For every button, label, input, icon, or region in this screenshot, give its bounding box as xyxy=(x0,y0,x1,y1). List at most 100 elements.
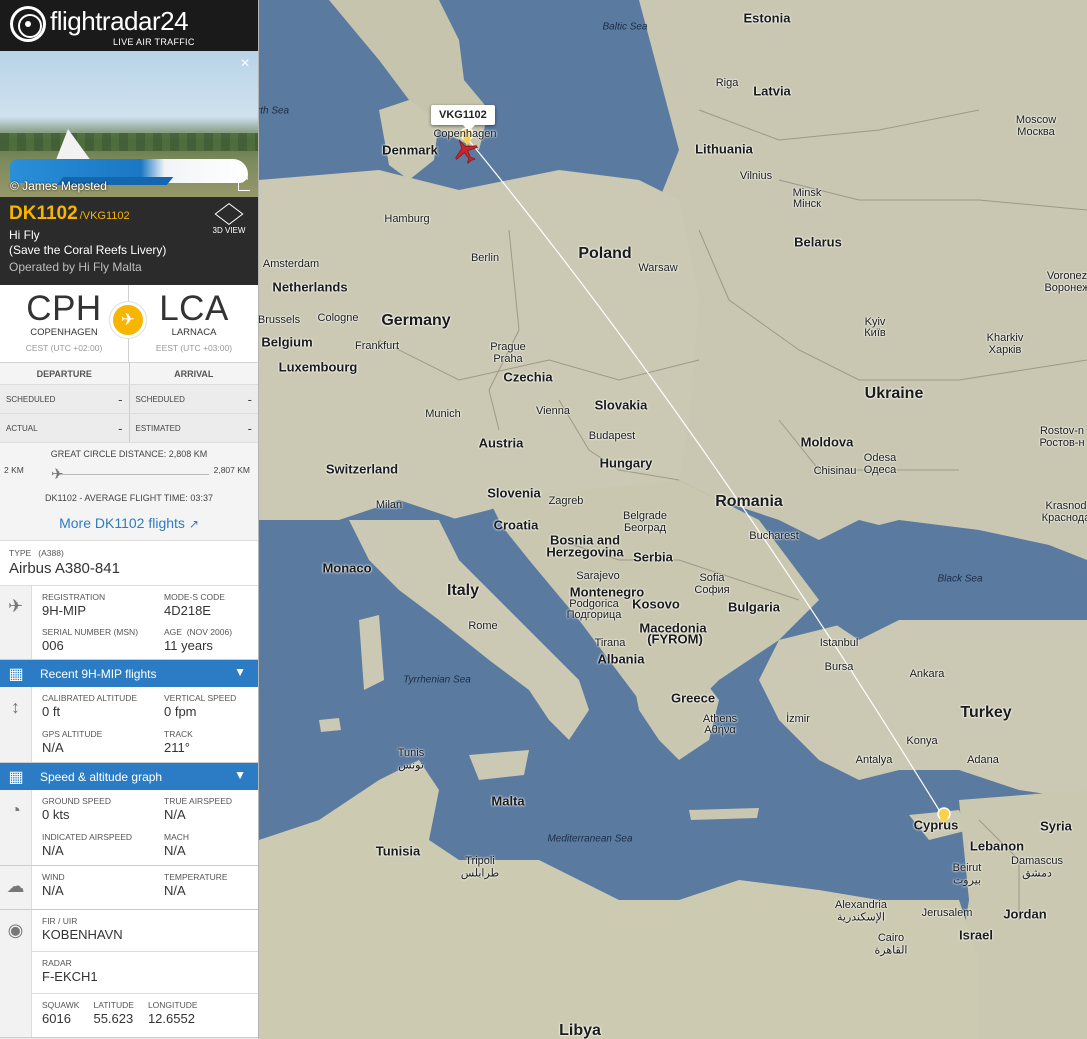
map-label-kyiv-ua: Київ xyxy=(864,327,886,339)
great-circle-distance: GREAT CIRCLE DISTANCE: 2,808 KM xyxy=(50,449,208,459)
map-label-romania: Romania xyxy=(715,493,783,510)
destination-city: LARNACA xyxy=(171,327,217,338)
speedometer-icon: ◔ xyxy=(0,790,32,865)
progress-track xyxy=(57,474,209,475)
type-name: Airbus A380-841 xyxy=(9,560,120,577)
map-label-beograd: Београд xyxy=(623,522,667,534)
track-label: TRACK xyxy=(164,728,193,739)
map-label-warsaw: Warsaw xyxy=(638,262,678,274)
map-label-austria: Austria xyxy=(478,435,524,451)
squawk-value: 6016 xyxy=(42,1011,71,1026)
map-label-ankara: Ankara xyxy=(909,668,945,680)
origin-timezone: CEST (UTC +02:00) xyxy=(25,343,103,353)
map-label-tunisia: Tunisia xyxy=(375,843,421,859)
position-details: ◉ FIR / UIR KOBENHAVN RADAR F-EKCH1 SQUA… xyxy=(0,910,258,1038)
map-label-berlin: Berlin xyxy=(470,252,500,264)
map-label-belarus: Belarus xyxy=(794,234,842,250)
mach-label: MACH xyxy=(164,831,190,842)
arrival-estimated: ESTIMATED - xyxy=(129,414,258,442)
map-label-libya: Libya xyxy=(559,1022,601,1039)
modes-value: 4D218E xyxy=(164,603,211,618)
ground-speed-label: GROUND SPEED xyxy=(42,796,111,806)
operated-by: Operated by Hi Fly Malta xyxy=(9,260,142,274)
map-label-sofia-bg: София xyxy=(694,584,730,596)
map-label-italy: Italy xyxy=(446,582,480,599)
fir-label: FIR / UIR xyxy=(42,916,78,926)
aircraft-type[interactable]: TYPE (A388) Airbus A380-841 xyxy=(0,541,258,586)
close-icon[interactable]: × xyxy=(238,56,252,72)
map-label-poland: Poland xyxy=(578,245,632,262)
graph-icon: ▦ xyxy=(8,768,24,786)
fir-value: KOBENHAVN xyxy=(42,927,123,942)
actual-label: ACTUAL xyxy=(6,423,38,433)
indicated-airspeed-value: N/A xyxy=(42,842,64,858)
more-flights-link[interactable]: More DK1102 flights ↗ xyxy=(0,515,258,531)
flight-map[interactable]: VKG1102 Estonia Baltic Sea Riga Latvia r… xyxy=(259,0,1087,1039)
distance-section: GREAT CIRCLE DISTANCE: 2,808 KM 2 KM ✈ 2… xyxy=(0,443,258,541)
map-label-voronezh-ru: Воронеж xyxy=(1044,282,1087,294)
type-code: (A388) xyxy=(38,548,64,558)
map-label-kosovo: Kosovo xyxy=(632,596,680,612)
map-label-hamburg: Hamburg xyxy=(384,213,430,225)
map-label-prague: Prague xyxy=(490,341,526,353)
speed-details: ◔ GROUND SPEED 0 kts TRUE AIRSPEED N/A I… xyxy=(0,790,258,866)
aircraft-photo[interactable]: × © James Mepsted xyxy=(0,51,258,197)
map-label-beirut-ar: بيروت xyxy=(952,874,982,887)
departure-scheduled: SCHEDULED - xyxy=(0,385,130,413)
gps-altitude-value: N/A xyxy=(42,739,64,755)
3d-view-button[interactable]: 3D VIEW xyxy=(209,203,249,235)
temperature-label: TEMPERATURE xyxy=(164,872,228,882)
external-link-icon[interactable] xyxy=(238,173,250,191)
type-label: TYPE xyxy=(9,548,32,558)
origin-airport[interactable]: CPH COPENHAGEN CEST (UTC +02:00) xyxy=(0,289,128,353)
logo-bar[interactable]: flightradar24 LIVE AIR TRAFFIC xyxy=(0,0,258,51)
map-label-cyprus: Cyprus xyxy=(913,817,959,833)
scheduled-label: SCHEDULED xyxy=(135,394,185,404)
age-label: AGE xyxy=(164,626,182,637)
wind-value: N/A xyxy=(42,883,64,898)
recent-flights-toggle[interactable]: ▦ Recent 9H-MIP flights ▼ xyxy=(0,660,258,687)
map-label-mediterranean-sea: Mediterranean Sea xyxy=(547,833,633,845)
map-label-lebanon: Lebanon xyxy=(969,838,1025,854)
map-label-albania: Albania xyxy=(597,651,645,667)
map-label-denmark: Denmark xyxy=(382,142,438,158)
map-label-ukraine: Ukraine xyxy=(864,385,924,402)
serial-value: 006 xyxy=(42,637,64,653)
more-flights-label: More DK1102 flights xyxy=(59,515,185,531)
map-label-cologne: Cologne xyxy=(317,312,359,324)
true-airspeed-label: TRUE AIRSPEED xyxy=(164,796,233,806)
map-label-croatia: Croatia xyxy=(493,517,539,533)
weather-details: ☁ WIND N/A TEMPERATURE N/A xyxy=(0,866,258,910)
map-label-copenhagen: Copenhagen xyxy=(433,128,497,140)
map-label-tyrrhenian-sea: Tyrrhenian Sea xyxy=(403,674,471,686)
map-label-jerusalem: Jerusalem xyxy=(921,907,973,919)
wind-label: WIND xyxy=(42,872,65,882)
3d-view-label: 3D VIEW xyxy=(212,226,246,235)
map-label-fyrom: (FYROM) xyxy=(647,631,703,647)
map-label-black-sea: Black Sea xyxy=(937,573,983,585)
map-label-damascus: Damascus xyxy=(1011,855,1063,867)
map-label-riga: Riga xyxy=(715,77,739,89)
map-label-serbia: Serbia xyxy=(633,549,673,565)
callsign-tag[interactable]: VKG1102 xyxy=(431,105,495,131)
map-label-switzerland: Switzerland xyxy=(325,461,399,477)
speed-graph-toggle[interactable]: ▦ Speed & altitude graph ▼ xyxy=(0,763,258,790)
map-label-damascus-ar: دمشق xyxy=(1022,867,1052,880)
map-label-izmir: İzmir xyxy=(786,713,810,725)
takeoff-icon: ✈ xyxy=(110,302,146,338)
external-link-icon: ↗ xyxy=(188,517,199,531)
cal-alt-value: 0 ft xyxy=(42,704,61,719)
map-label-brussels: Brussels xyxy=(259,314,301,326)
map-label-rostov-ru: Ростов-н xyxy=(1039,437,1085,449)
map-label-adana: Adana xyxy=(967,754,999,766)
squawk-label: SQUAWK xyxy=(42,1000,80,1010)
map-label-podgorica-me: Подгорица xyxy=(566,609,622,621)
cal-alt-label: CALIBRATED ALTITUDE xyxy=(42,693,138,703)
age-value: 11 years xyxy=(164,637,213,653)
distance-remaining: 2,807 KM xyxy=(213,465,250,475)
destination-airport[interactable]: LCA LARNACA EEST (UTC +03:00) xyxy=(130,289,258,353)
map-label-hungary: Hungary xyxy=(599,455,653,471)
map-label-antalya: Antalya xyxy=(855,754,893,766)
map-label-syria: Syria xyxy=(1040,818,1072,834)
map-label-krasnodar: Krasnod xyxy=(1045,500,1087,512)
